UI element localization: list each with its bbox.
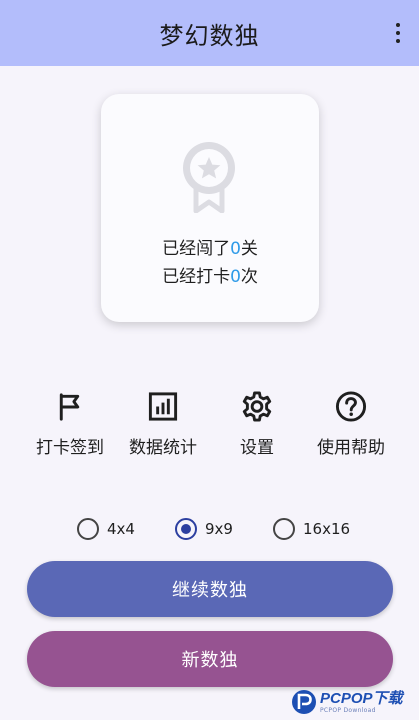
gear-icon [242,391,272,422]
watermark: PCPOP下载 PCPOP Download [291,685,417,719]
app-title: 梦幻数独 [159,21,260,50]
watermark-sub-text: PCPOP Download [320,706,376,714]
bar-chart-icon [148,392,178,421]
new-sudoku-button[interactable]: 新数独 [27,631,393,687]
statistics-button[interactable]: 数据统计 [117,388,209,458]
radio-button-16x16[interactable] [273,518,295,540]
flag-icon [59,393,80,421]
radio-16x16[interactable]: 16x16 [273,515,350,543]
continue-sudoku-button[interactable]: 继续数独 [27,561,393,617]
radio-4x4[interactable]: 4x4 [77,515,135,543]
help-label: 使用帮助 [317,438,385,458]
levels-passed-count: 0 [230,239,241,259]
settings-label: 设置 [240,438,274,458]
help-icon [335,391,367,422]
pcpop-logo-icon [292,690,316,714]
radio-button-4x4[interactable] [77,518,99,540]
settings-button[interactable]: 设置 [211,388,303,458]
checkins-count: 0 [230,267,241,287]
checkins-suffix: 次 [240,267,258,287]
statistics-label: 数据统计 [129,438,197,458]
levels-passed-text: 已经闯了0关 [101,234,319,259]
checkins-text: 已经打卡0次 [101,262,319,287]
checkin-button[interactable]: 打卡签到 [24,388,116,458]
radio-button-9x9[interactable] [175,518,197,540]
radio-9x9[interactable]: 9x9 [175,515,233,543]
watermark-main-text: PCPOP下载 [320,689,403,707]
radio-label-16x16: 16x16 [303,520,351,538]
levels-suffix: 关 [240,239,258,259]
more-vert-icon[interactable] [391,20,405,46]
radio-label-9x9: 9x9 [205,520,233,538]
app-bar: 梦幻数独 [0,0,419,66]
levels-prefix: 已经闯了 [162,239,231,259]
checkins-prefix: 已经打卡 [162,267,231,287]
radio-label-4x4: 4x4 [107,520,135,538]
help-button[interactable]: 使用帮助 [305,388,397,458]
checkin-label: 打卡签到 [36,438,104,458]
medal-icon [183,142,235,213]
